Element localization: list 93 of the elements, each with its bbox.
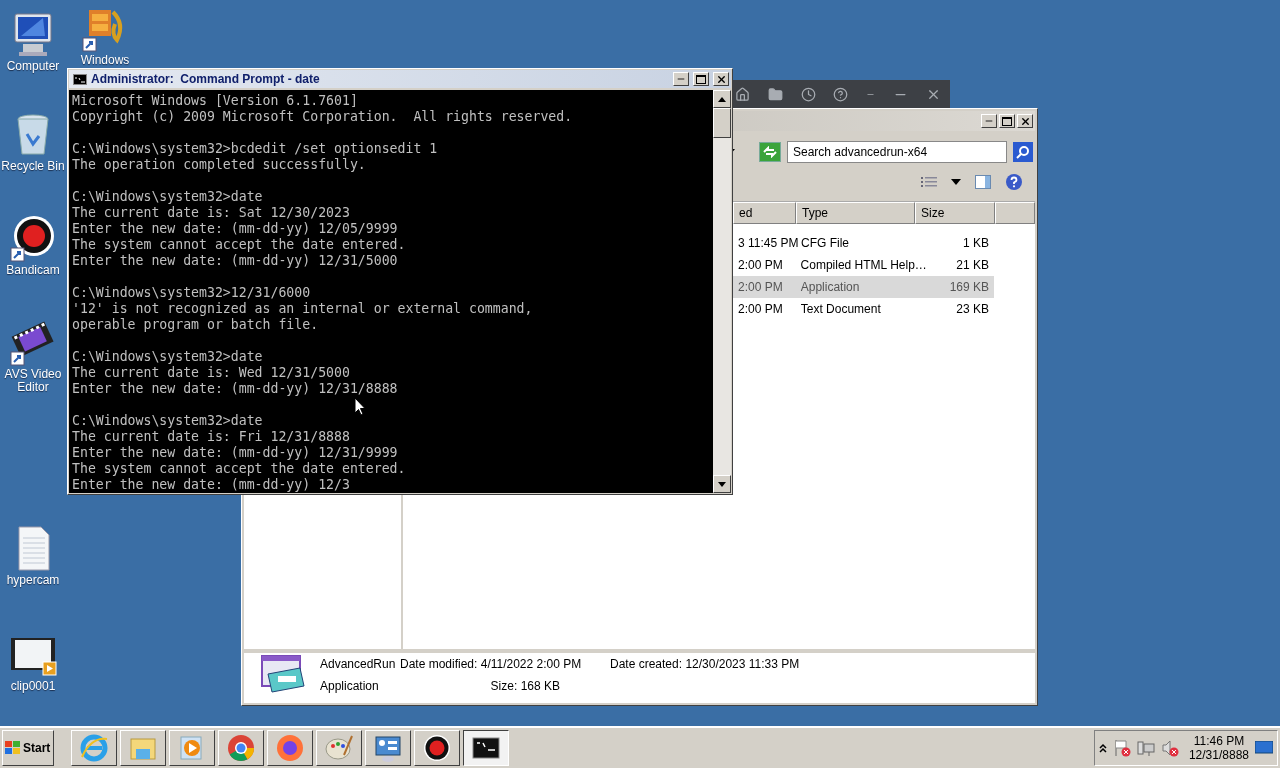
chevron-icon[interactable] [1098,743,1107,753]
console-line: Enter the new date: (mm-dd-yy) 12/05/9999 [72,221,398,237]
console-line: Copyright (c) 2009 Microsoft Corporation. All rights reserved. [72,109,573,125]
show-desktop-icon[interactable] [1255,741,1273,755]
close-button[interactable] [713,72,729,86]
icon-label: hypercam [6,574,60,587]
console-line: C:\Windows\system32>bcdedit /set optionsedit 1 [72,141,438,157]
console-line: The current date is: Wed 12/31/5000 [72,365,350,381]
console-line: operable program or batch file. [72,317,319,333]
search-button[interactable] [1013,142,1033,162]
preview-pane-icon[interactable] [975,175,991,189]
taskbar-button[interactable] [463,730,509,766]
firefox-icon [275,733,305,763]
file-row[interactable]: 3 11:45 PM CFG File 1 KB [733,232,994,254]
console-line: Enter the new date: (mm-dd-yy) 12/31/9999 [72,445,398,461]
scrollbar-thumb[interactable] [713,108,731,138]
maximize-button[interactable] [693,72,709,86]
down-arrow-icon[interactable] [718,481,726,487]
folder-icon[interactable] [767,86,783,102]
clock-date: 12/31/8888 [1188,748,1249,762]
desktop-icon[interactable]: AVS Video Editor [0,318,66,394]
help-icon[interactable] [833,86,849,102]
browser-e-icon [79,733,109,763]
maximize-button[interactable] [999,114,1015,128]
file-name: AdvancedRun [320,657,397,671]
record-icon [9,214,57,262]
console-line: '12' is not recognized as an internal or external command, [72,301,533,317]
control-panel-icon [373,733,403,763]
icon-label: Bandicam [6,264,60,277]
clock-time: 11:46 PM [1193,734,1245,748]
desktop-icon[interactable]: hypercam [0,524,66,587]
column-header[interactable]: Type [796,202,915,224]
console-line: The current date is: Sat 12/30/2023 [72,205,350,221]
close-button[interactable] [1017,114,1033,128]
console-line: Enter the new date: (mm-dd-yy) 12/3 [72,477,350,493]
icon-label: Computer [6,60,60,73]
scrollbar[interactable] [713,90,731,493]
list-view-icon[interactable] [921,176,937,188]
console-line: C:\Windows\system32>12/31/6000 [72,285,311,301]
flag-error-icon[interactable] [1112,739,1131,757]
record-icon [422,733,452,763]
close-icon [1019,115,1031,127]
desktop-icon[interactable]: clip0001 [0,630,66,693]
network-icon[interactable] [1136,739,1155,757]
palette-icon [324,733,354,763]
up-arrow-icon[interactable] [718,96,726,102]
file-row[interactable]: 2:00 PM Text Document 23 KB [733,298,994,320]
file-row[interactable]: 2:00 PM Application 169 KB [733,276,994,298]
help-icon[interactable] [1005,173,1023,191]
minimize-button[interactable] [981,114,997,128]
desktop-icon[interactable]: Windows [72,4,138,67]
clock-icon[interactable] [800,86,816,102]
icon-label: clip0001 [10,680,56,693]
console-line: The system cannot accept the date entered. [72,237,406,253]
refresh-button[interactable] [759,142,781,162]
console-line: Enter the new date: (mm-dd-yy) 12/31/5000 [72,253,398,269]
dropdown-icon[interactable] [951,179,961,185]
console-line: The operation completed successfully. [72,157,366,173]
console-line: C:\Windows\system32>date [72,413,263,429]
console-line: Enter the new date: (mm-dd-yy) 12/31/8888 [72,381,398,397]
desktop-icon[interactable]: Bandicam [0,214,66,277]
maximize-icon [696,74,706,84]
search-field[interactable]: Search advancedrun-x64 [787,141,1007,163]
file-row[interactable]: 2:00 PM Compiled HTML Help… 21 KB [733,254,994,276]
windows-logo-icon [5,741,21,755]
home-icon[interactable] [734,86,750,102]
icon-label: AVS Video Editor [3,368,63,394]
created-text: Date created: 12/30/2023 11:33 PM [610,657,801,671]
console-line: The current date is: Fri 12/31/8888 [72,429,350,445]
console-line: The system cannot accept the date entered. [72,461,406,477]
icon-label: Windows [80,54,130,67]
column-header[interactable]: ed [733,202,796,224]
application-icon [260,654,306,696]
column-header[interactable]: Size [915,202,995,224]
window-title: Administrator: Command Prompt - date [91,72,321,86]
console-line: Microsoft Windows [Version 6.1.7601] [72,93,358,109]
console-line: C:\Windows\system32>date [72,189,263,205]
file-type: Application [320,679,380,693]
icon-label: Recycle Bin [1,160,65,173]
desktop-icon[interactable]: Recycle Bin [0,110,66,173]
modified-text: Date modified: 4/11/2022 2:00 PM [400,657,583,671]
minimize-button[interactable] [673,72,689,86]
size-text: Size: 168 KB [489,679,561,693]
clock[interactable]: 11:46 PM 12/31/8888 [1188,734,1249,762]
speaker-muted-icon[interactable] [1160,739,1179,757]
console-icon [73,73,87,85]
console-line: C:\Windows\system32>date [72,349,263,365]
maximize-icon [1002,116,1012,126]
start-button[interactable]: Start [2,730,54,766]
desktop-icon[interactable]: Computer [0,10,66,73]
mouse-pointer-icon [354,397,366,416]
close-icon [715,73,727,85]
chrome-icon [226,733,256,763]
